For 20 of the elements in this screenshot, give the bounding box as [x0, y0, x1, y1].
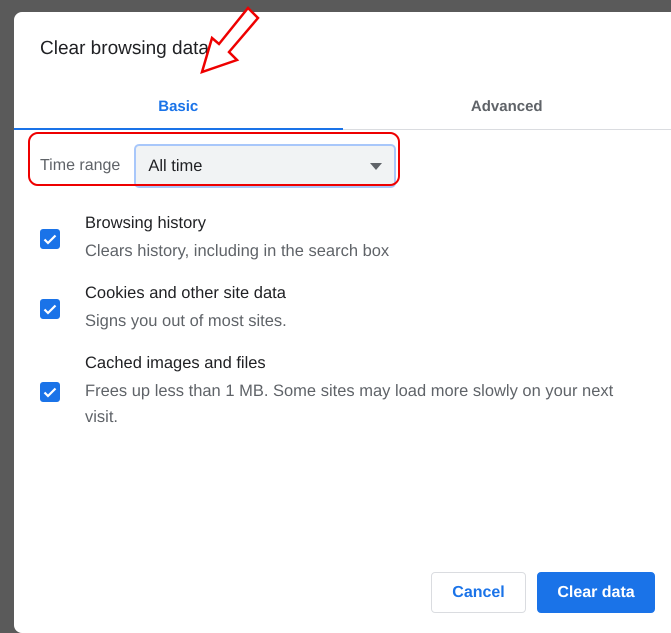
option-title: Cookies and other site data	[85, 284, 287, 303]
cancel-button[interactable]: Cancel	[431, 572, 526, 613]
checkmark-icon	[43, 386, 57, 398]
option-title: Browsing history	[85, 214, 208, 233]
checkbox[interactable]	[40, 382, 60, 402]
clear-data-button[interactable]: Clear data	[537, 572, 655, 613]
checkbox[interactable]	[40, 229, 60, 249]
checkbox[interactable]	[40, 299, 60, 319]
time-range-dropdown[interactable]: All time	[134, 144, 396, 188]
option-description: Frees up less than 1 MB. Some sites may load more slowly on your next visit.	[85, 381, 614, 428]
checkmark-icon	[43, 304, 57, 314]
tab[interactable]: Advanced	[342, 86, 671, 130]
tab[interactable]: Basic	[14, 86, 342, 130]
option-description: Clears history, including in the search box	[85, 241, 390, 262]
option-description: Signs you out of most sites.	[85, 311, 287, 332]
dialog-title: Clear browsing data	[40, 38, 209, 61]
checkmark-icon	[43, 234, 57, 244]
option-title: Cached images and files	[85, 354, 267, 373]
caret-icon	[370, 162, 382, 170]
time-range-label: Time range	[40, 157, 120, 175]
